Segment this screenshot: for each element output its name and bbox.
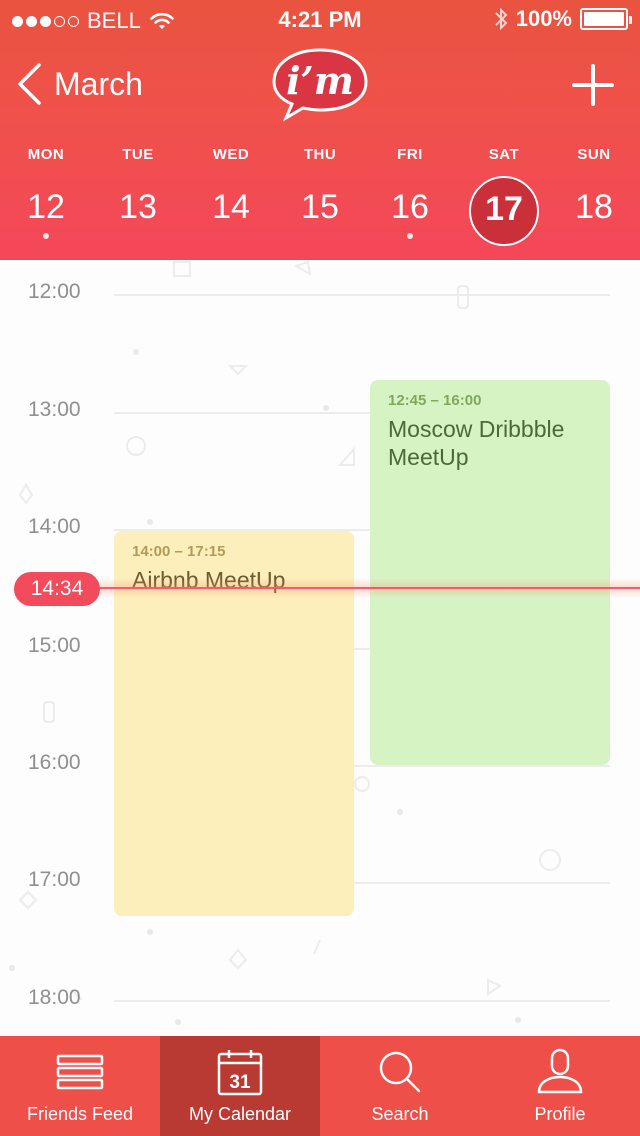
hour-label: 14:00: [28, 515, 81, 538]
calendar-icon: 31: [217, 1050, 263, 1096]
day-sun[interactable]: SUN 18: [554, 130, 634, 260]
tab-profile[interactable]: Profile: [480, 1036, 640, 1136]
battery-fill: [584, 12, 624, 26]
event-time: 14:00 – 17:15: [132, 543, 226, 560]
day-mon[interactable]: MON 12: [6, 130, 86, 260]
current-time-badge: 14:34: [14, 572, 100, 606]
nav-bar: March i’m: [0, 40, 640, 130]
app-logo: i’m: [270, 44, 370, 124]
logo-text: i’m: [286, 58, 354, 103]
week-strip: MON 12 TUE 13 WED 14 THU 15 FRI 16 SAT 1…: [0, 130, 640, 260]
hour-label: 15:00: [28, 634, 81, 657]
chevron-left-icon: [18, 63, 41, 105]
calendar-icon-date: 31: [229, 1072, 251, 1093]
hour-label: 18:00: [28, 986, 81, 1009]
search-icon: [379, 1051, 421, 1093]
tab-label: Profile: [534, 1104, 586, 1124]
bluetooth-icon: [495, 7, 508, 31]
status-bar: BELL 4:21 PM 100%: [0, 0, 640, 40]
day-fri[interactable]: FRI 16: [370, 130, 450, 260]
header: BELL 4:21 PM 100% March i’m MON 12 TUE 1…: [0, 0, 640, 260]
tab-search[interactable]: Search: [320, 1036, 480, 1136]
day-wed[interactable]: WED 14: [191, 130, 271, 260]
day-number: 13: [119, 188, 157, 226]
day-thu[interactable]: THU 15: [280, 130, 360, 260]
day-name: WED: [212, 146, 250, 163]
day-name: FRI: [397, 146, 423, 163]
back-button[interactable]: March: [16, 62, 143, 106]
day-name: THU: [303, 146, 337, 163]
day-name: MON: [27, 146, 65, 163]
day-name: TUE: [122, 146, 154, 163]
day-number: 15: [301, 188, 339, 226]
hour-row: 12:00: [0, 280, 640, 310]
day-timeline[interactable]: 12:00 13:00 14:00 15:00 16:00 17:00 18:0…: [0, 260, 640, 1036]
day-number: 18: [575, 188, 613, 226]
event-card-moscow-dribbble[interactable]: 12:45 – 16:00 Moscow Dribbble MeetUp: [370, 380, 610, 765]
hour-label: 17:00: [28, 868, 81, 891]
day-number: 16: [391, 188, 429, 226]
hour-gridline: [114, 294, 610, 296]
event-indicator-dot: [43, 233, 49, 239]
hour-gridline: [114, 1000, 610, 1002]
tab-label: Friends Feed: [26, 1104, 134, 1124]
add-event-button[interactable]: [572, 64, 614, 106]
profile-icon: [537, 1048, 583, 1094]
day-name: SAT: [488, 146, 520, 163]
list-icon: [56, 1054, 104, 1090]
tab-my-calendar[interactable]: 31 My Calendar: [160, 1036, 320, 1136]
day-number: 14: [212, 188, 250, 226]
event-title: Moscow Dribbble MeetUp: [388, 416, 565, 470]
back-label: March: [54, 65, 143, 102]
event-time: 12:45 – 16:00: [388, 392, 482, 409]
day-tue[interactable]: TUE 13: [98, 130, 178, 260]
battery-icon: [580, 8, 632, 30]
day-number: 12: [27, 188, 65, 226]
status-right: 100%: [494, 6, 632, 32]
hour-label: 16:00: [28, 751, 81, 774]
battery-tip: [629, 16, 632, 24]
day-sat-selected[interactable]: SAT 17: [464, 130, 544, 260]
event-indicator-dot: [407, 233, 413, 239]
hour-row: 18:00: [0, 986, 640, 1016]
current-time-line: [96, 587, 640, 589]
tab-label: My Calendar: [188, 1104, 292, 1124]
tab-label: Search: [371, 1104, 429, 1124]
hour-label: 12:00: [28, 280, 81, 303]
hour-label: 13:00: [28, 398, 81, 421]
battery-percent: 100%: [515, 6, 572, 31]
day-number: 17: [485, 190, 523, 228]
tab-friends-feed[interactable]: Friends Feed: [0, 1036, 160, 1136]
day-name: SUN: [577, 146, 611, 163]
tab-bar: Friends Feed 31 My Calendar Search Profi…: [0, 1036, 640, 1136]
